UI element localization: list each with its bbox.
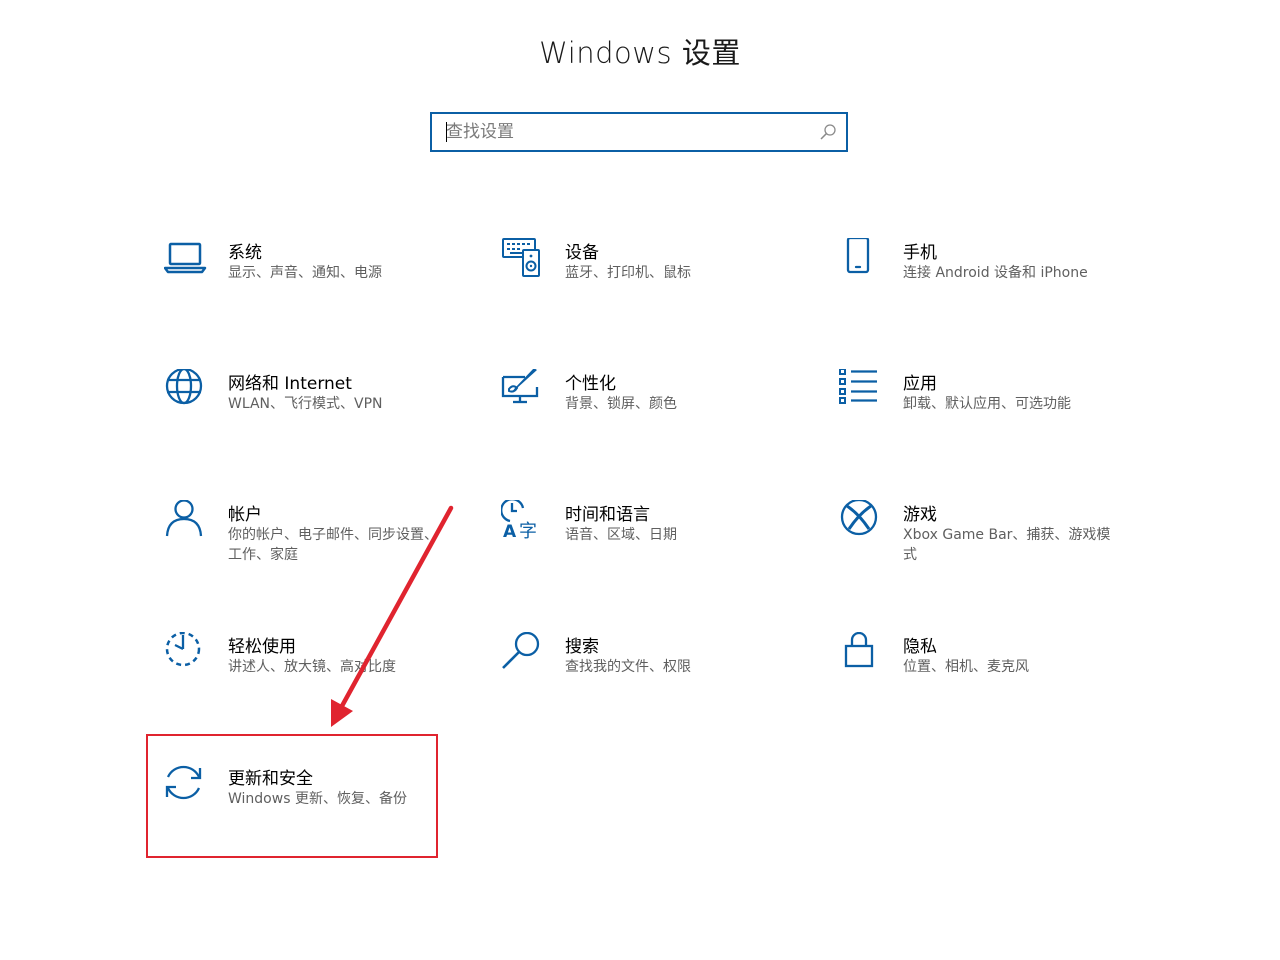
category-apps[interactable]: 应用 卸载、默认应用、可选功能 [839, 369, 1139, 459]
category-description: 显示、声音、通知、电源 [228, 265, 382, 281]
search-box[interactable] [430, 112, 848, 152]
apps-list-icon [839, 369, 877, 404]
category-search[interactable]: 搜索 查找我的文件、权限 [501, 632, 801, 722]
svg-text:A: A [503, 522, 517, 542]
personalization-icon [501, 369, 539, 404]
category-description: 背景、锁屏、颜色 [565, 396, 677, 412]
category-description: 蓝牙、打印机、鼠标 [565, 265, 691, 281]
devices-icon [502, 238, 540, 277]
category-description: 卸载、默认应用、可选功能 [903, 396, 1071, 412]
xbox-icon [840, 500, 878, 536]
category-name: 网络和 Internet [228, 374, 352, 394]
globe-icon [165, 369, 203, 405]
category-name: 设备 [565, 243, 599, 263]
category-description: 讲述人、放大镜、高对比度 [228, 659, 396, 675]
category-privacy[interactable]: 隐私 位置、相机、麦克风 [839, 632, 1139, 722]
time-language-icon: A 字 [501, 500, 537, 542]
category-devices[interactable]: 设备 蓝牙、打印机、鼠标 [501, 238, 801, 328]
svg-text:字: 字 [519, 521, 537, 542]
category-system[interactable]: 系统 显示、声音、通知、电源 [164, 238, 464, 328]
category-description: 连接 Android 设备和 iPhone [903, 265, 1088, 281]
lock-icon [844, 632, 874, 668]
category-gaming[interactable]: 游戏 Xbox Game Bar、捕获、游戏模式 [839, 500, 1139, 590]
settings-page: Windows 设置 系统 显示、声音、通知、电源 [0, 0, 1280, 960]
category-name: 帐户 [228, 505, 262, 525]
category-personalization[interactable]: 个性化 背景、锁屏、颜色 [501, 369, 801, 459]
category-name: 搜索 [565, 637, 599, 657]
text-caret [446, 122, 447, 142]
category-network[interactable]: 网络和 Internet WLAN、飞行模式、VPN [164, 369, 464, 459]
category-name: 手机 [903, 243, 937, 263]
category-description: 查找我的文件、权限 [565, 659, 691, 675]
category-name: 轻松使用 [228, 637, 296, 657]
category-name: 应用 [903, 374, 937, 394]
category-name: 游戏 [903, 505, 937, 525]
search-category-icon [502, 632, 540, 669]
search-input[interactable] [432, 114, 816, 150]
laptop-icon [164, 242, 207, 274]
phone-icon [846, 238, 870, 274]
category-description: WLAN、飞行模式、VPN [228, 396, 383, 412]
category-name: 系统 [228, 243, 262, 263]
category-time-language[interactable]: A 字 时间和语言 语音、区域、日期 [501, 500, 801, 590]
highlight-rectangle [146, 734, 438, 858]
category-phone[interactable]: 手机 连接 Android 设备和 iPhone [839, 238, 1139, 328]
category-name: 隐私 [903, 637, 937, 657]
category-name: 时间和语言 [565, 505, 650, 525]
person-icon [165, 500, 203, 537]
search-icon[interactable] [818, 122, 838, 142]
page-title: Windows 设置 [539, 36, 741, 70]
category-accounts[interactable]: 帐户 你的帐户、电子邮件、同步设置、工作、家庭 [164, 500, 464, 590]
category-description: 语音、区域、日期 [565, 527, 677, 543]
category-name: 个性化 [565, 374, 616, 394]
category-description: 位置、相机、麦克风 [903, 659, 1029, 675]
category-description: 你的帐户、电子邮件、同步设置、工作、家庭 [228, 527, 438, 563]
category-ease-of-access[interactable]: 轻松使用 讲述人、放大镜、高对比度 [164, 632, 464, 722]
ease-of-access-icon [165, 632, 201, 667]
category-description: Xbox Game Bar、捕获、游戏模式 [903, 527, 1111, 563]
